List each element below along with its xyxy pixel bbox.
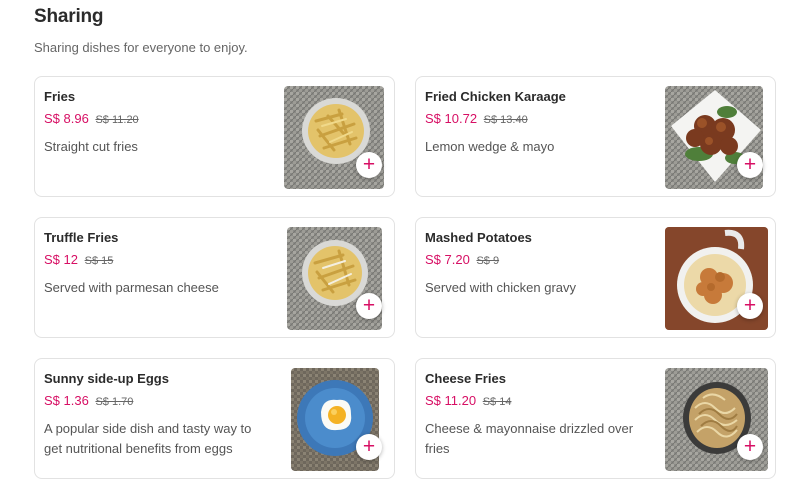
item-name: Sunny side-up Eggs: [44, 371, 169, 386]
item-price-row: S$ 8.96 S$ 11.20: [44, 111, 139, 126]
menu-item-card[interactable]: Fried Chicken Karaage S$ 10.72 S$ 13.40 …: [415, 76, 776, 197]
item-name: Mashed Potatoes: [425, 230, 532, 245]
item-original-price: S$ 14: [482, 396, 512, 408]
menu-item-card[interactable]: Sunny side-up Eggs S$ 1.36 S$ 1.70 A pop…: [34, 358, 395, 479]
item-description: Served with chicken gravy: [425, 280, 577, 295]
section-title: Sharing: [34, 6, 104, 27]
item-description: A popular side dish and tasty way to get…: [44, 421, 252, 456]
item-name: Fried Chicken Karaage: [425, 89, 566, 104]
item-price: S$ 8.96: [44, 111, 89, 126]
plus-icon: +: [743, 153, 757, 176]
item-description: Cheese & mayonnaise drizzled over fries: [425, 421, 634, 456]
menu-item-card[interactable]: Fries S$ 8.96 S$ 11.20 Straight cut frie…: [34, 76, 395, 197]
add-to-cart-button[interactable]: +: [356, 293, 382, 319]
add-to-cart-button[interactable]: +: [356, 434, 382, 460]
add-to-cart-button[interactable]: +: [356, 152, 382, 178]
item-price: S$ 7.20: [425, 252, 470, 267]
item-original-price: S$ 15: [84, 255, 114, 267]
item-price: S$ 11.20: [425, 393, 477, 408]
add-to-cart-button[interactable]: +: [737, 152, 763, 178]
menu-item-card[interactable]: Cheese Fries S$ 11.20 S$ 14 Cheese & may…: [415, 358, 776, 479]
item-name: Fries: [44, 89, 76, 104]
item-description: Served with parmesan cheese: [44, 280, 219, 295]
item-name: Truffle Fries: [44, 230, 119, 245]
item-original-price: S$ 11.20: [95, 114, 139, 126]
item-price-row: S$ 11.20 S$ 14: [425, 393, 511, 408]
item-price-row: S$ 10.72 S$ 13.40: [425, 111, 528, 126]
plus-icon: +: [743, 294, 757, 317]
plus-icon: +: [362, 294, 376, 317]
add-to-cart-button[interactable]: +: [737, 434, 763, 460]
item-price: S$ 12: [44, 252, 78, 267]
plus-icon: +: [743, 435, 757, 458]
menu-item-card[interactable]: Mashed Potatoes S$ 7.20 S$ 9 Served with…: [415, 217, 776, 338]
item-price: S$ 10.72: [425, 111, 478, 126]
item-description: Lemon wedge & mayo: [425, 139, 555, 154]
add-to-cart-button[interactable]: +: [737, 293, 763, 319]
item-name: Cheese Fries: [425, 371, 506, 386]
item-original-price: S$ 1.70: [95, 396, 134, 408]
section-subtitle: Sharing dishes for everyone to enjoy.: [34, 40, 248, 55]
item-price-row: S$ 7.20 S$ 9: [425, 252, 499, 267]
item-price: S$ 1.36: [44, 393, 89, 408]
item-description: Straight cut fries: [44, 139, 138, 154]
menu-item-card[interactable]: Truffle Fries S$ 12 S$ 15 Served with pa…: [34, 217, 395, 338]
plus-icon: +: [362, 153, 376, 176]
item-original-price: S$ 9: [476, 255, 500, 267]
plus-icon: +: [362, 435, 376, 458]
item-price-row: S$ 1.36 S$ 1.70: [44, 393, 133, 408]
item-original-price: S$ 13.40: [483, 114, 528, 126]
item-price-row: S$ 12 S$ 15: [44, 252, 113, 267]
